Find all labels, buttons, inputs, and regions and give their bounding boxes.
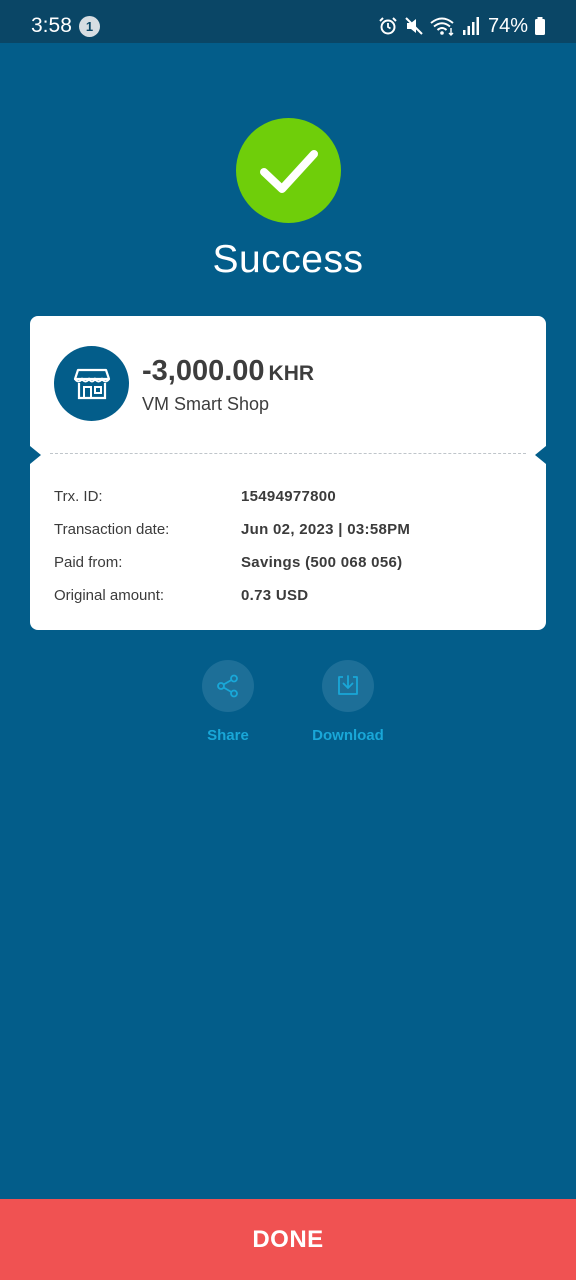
shop-icon bbox=[73, 368, 110, 399]
merchant-name: VM Smart Shop bbox=[142, 394, 270, 414]
signal-icon bbox=[462, 17, 479, 35]
share-button[interactable] bbox=[202, 660, 254, 712]
share-label[interactable]: Share bbox=[168, 727, 288, 744]
download-icon bbox=[338, 675, 358, 695]
alarm-icon bbox=[379, 17, 397, 35]
card-notch-left bbox=[30, 446, 41, 464]
download-button[interactable] bbox=[322, 660, 374, 712]
detail-label-original-amount: Original amount: bbox=[54, 587, 165, 604]
merchant-avatar bbox=[54, 346, 129, 421]
detail-value-trx-id: 15494977800 bbox=[241, 488, 337, 505]
receipt-divider bbox=[50, 453, 526, 454]
mute-icon bbox=[405, 17, 423, 35]
status-icons: 74% bbox=[378, 13, 546, 39]
detail-value-transaction-date: Jun 02, 2023 | 03:58PM bbox=[241, 521, 411, 538]
status-time: 3:58 bbox=[31, 14, 72, 37]
download-label[interactable]: Download bbox=[288, 727, 408, 744]
detail-value-paid-from: Savings (500 068 056) bbox=[241, 554, 403, 571]
battery-percent: 74% bbox=[487, 14, 528, 37]
wifi-icon bbox=[430, 17, 454, 36]
checkmark-icon bbox=[260, 150, 318, 193]
detail-label-transaction-date: Transaction date: bbox=[54, 521, 170, 538]
battery-icon bbox=[535, 17, 545, 35]
card-notch-right bbox=[535, 446, 546, 464]
result-title: Success bbox=[212, 238, 364, 281]
notification-count-badge: 1 bbox=[79, 16, 100, 37]
done-button[interactable]: DONE bbox=[0, 1199, 576, 1280]
status-bar: 3:58 1 74% bbox=[0, 0, 576, 43]
detail-label-trx-id: Trx. ID: bbox=[54, 488, 103, 505]
amount-value: -3,000.00 bbox=[142, 355, 265, 387]
transaction-amount: -3,000.00 KHR bbox=[142, 355, 314, 388]
success-check-badge bbox=[236, 118, 341, 223]
amount-currency: KHR bbox=[268, 362, 315, 385]
share-icon bbox=[217, 674, 238, 698]
detail-value-original-amount: 0.73 USD bbox=[241, 587, 309, 604]
detail-label-paid-from: Paid from: bbox=[54, 554, 123, 571]
